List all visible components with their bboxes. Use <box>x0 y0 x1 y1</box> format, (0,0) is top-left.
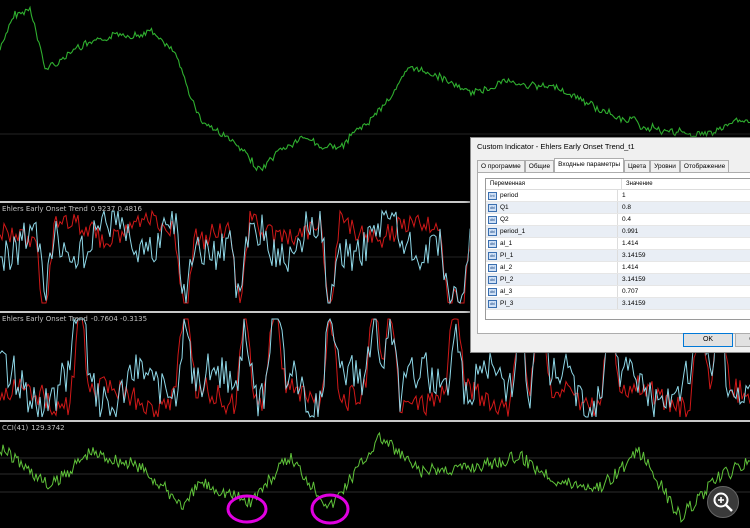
parameter-value[interactable]: 0.8 <box>617 202 750 213</box>
inputs-tab-panel: Переменная Значение int period 1 dbl Q1 0.8 db… <box>477 172 750 334</box>
parameter-type-icon: dbl <box>488 203 497 212</box>
parameter-value[interactable]: 0.707 <box>617 286 750 297</box>
parameter-value[interactable]: 3.14159 <box>617 298 750 309</box>
tab-inputs[interactable]: Входные параметры <box>554 158 625 173</box>
parameter-name-cell: dbl PI_3 <box>486 298 617 309</box>
parameter-value[interactable]: 3.14159 <box>617 250 750 261</box>
parameter-row[interactable]: dbl Q2 0.4 <box>486 214 750 226</box>
parameter-type-icon: int <box>488 191 497 200</box>
parameter-type-icon: dbl <box>488 239 497 248</box>
parameter-name: period_1 <box>500 228 526 235</box>
cci-name: CCI(41) <box>2 424 29 432</box>
parameter-name-cell: dbl Q2 <box>486 214 617 225</box>
zoom-in-icon <box>713 492 733 512</box>
parameter-value[interactable]: 0.991 <box>617 226 750 237</box>
indicator2-label: Ehlers Early Onset Trend -0.7604 -0.3135 <box>2 315 147 323</box>
parameter-name: Q1 <box>500 204 509 211</box>
parameter-name: Q2 <box>500 216 509 223</box>
value-column-header[interactable]: Значение <box>621 179 750 189</box>
parameter-name-cell: dbl period_1 <box>486 226 617 237</box>
parameter-type-icon: dbl <box>488 251 497 260</box>
indicator1-values: 0.9237 0.4816 <box>90 205 143 213</box>
parameter-name-cell: dbl Q1 <box>486 202 617 213</box>
cci-values: 129.3742 <box>31 424 65 432</box>
parameter-row[interactable]: dbl PI_3 3.14159 <box>486 298 750 310</box>
parameter-name-cell: dbl PI_1 <box>486 250 617 261</box>
parameter-name-cell: dbl al_1 <box>486 238 617 249</box>
parameter-value[interactable]: 0.4 <box>617 214 750 225</box>
parameter-rows: int period 1 dbl Q1 0.8 dbl Q2 0.4 dbl period_1 0.9… <box>486 190 750 310</box>
indicator1-label: Ehlers Early Onset Trend 0.9237 0.4816 <box>2 205 142 213</box>
cci-line <box>0 431 750 523</box>
cci-chart <box>0 431 750 525</box>
parameter-row[interactable]: dbl PI_2 3.14159 <box>486 274 750 286</box>
indicator1-name: Ehlers Early Onset Trend <box>2 205 88 213</box>
cci-label: CCI(41) 129.3742 <box>2 424 65 432</box>
dialog-tabs: О программе Общие Входные параметры Цвет… <box>477 158 730 173</box>
zoom-button[interactable] <box>707 486 739 518</box>
annotation-circle-1 <box>226 494 268 524</box>
annotation-circle-2 <box>310 493 350 525</box>
ok-button[interactable]: OK <box>683 333 733 347</box>
parameter-name: al_1 <box>500 240 513 247</box>
parameter-type-icon: dbl <box>488 299 497 308</box>
parameter-name: PI_1 <box>500 252 514 259</box>
parameter-row[interactable]: dbl Q1 0.8 <box>486 202 750 214</box>
parameter-name: al_2 <box>500 264 513 271</box>
parameter-row[interactable]: dbl al_2 1.414 <box>486 262 750 274</box>
cci-pane[interactable]: CCI(41) 129.3742 <box>0 422 750 528</box>
parameter-type-icon: dbl <box>488 263 497 272</box>
parameter-name-cell: dbl al_3 <box>486 286 617 297</box>
parameter-value[interactable]: 3.14159 <box>617 274 750 285</box>
parameter-type-icon: dbl <box>488 287 497 296</box>
parameter-row[interactable]: dbl PI_1 3.14159 <box>486 250 750 262</box>
parameter-name-cell: dbl al_2 <box>486 262 617 273</box>
parameter-name: period <box>500 192 519 199</box>
indicator2-values: -0.7604 -0.3135 <box>90 315 148 323</box>
parameter-name: al_3 <box>500 288 513 295</box>
parameter-value[interactable]: 1 <box>617 190 750 201</box>
parameter-row[interactable]: int period 1 <box>486 190 750 202</box>
parameter-value[interactable]: 1.414 <box>617 262 750 273</box>
parameter-name: PI_2 <box>500 276 514 283</box>
parameter-type-icon: dbl <box>488 227 497 236</box>
cancel-button[interactable]: Отм <box>735 333 750 347</box>
parameter-value[interactable]: 1.414 <box>617 238 750 249</box>
parameter-name-cell: dbl PI_2 <box>486 274 617 285</box>
parameter-row[interactable]: dbl al_3 0.707 <box>486 286 750 298</box>
parameter-row[interactable]: dbl period_1 0.991 <box>486 226 750 238</box>
parameters-grid[interactable]: Переменная Значение int period 1 dbl Q1 0.8 db… <box>485 178 750 320</box>
parameter-row[interactable]: dbl al_1 1.414 <box>486 238 750 250</box>
parameter-name-cell: int period <box>486 190 617 201</box>
variable-column-header[interactable]: Переменная <box>486 179 621 189</box>
indicator2-name: Ehlers Early Onset Trend <box>2 315 88 323</box>
parameter-type-icon: dbl <box>488 215 497 224</box>
grid-header: Переменная Значение <box>486 179 750 190</box>
parameter-type-icon: dbl <box>488 275 497 284</box>
dialog-title: Custom Indicator - Ehlers Early Onset Tr… <box>477 142 635 151</box>
indicator-properties-dialog[interactable]: Custom Indicator - Ehlers Early Onset Tr… <box>470 137 750 353</box>
parameter-name: PI_3 <box>500 300 514 307</box>
